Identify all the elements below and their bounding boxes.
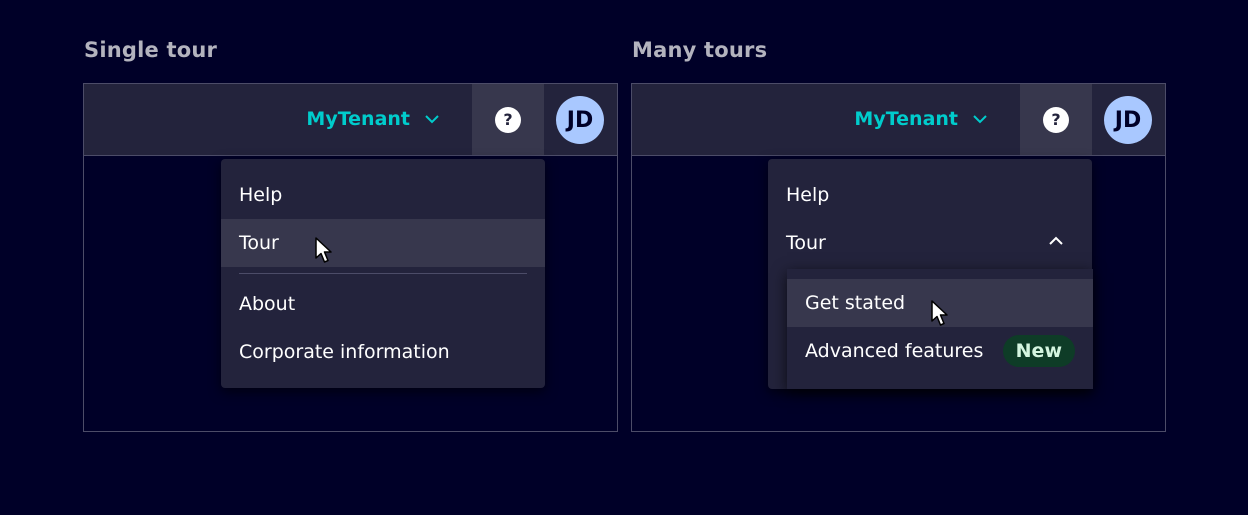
mouse-cursor-icon bbox=[315, 237, 332, 263]
help-button[interactable]: ? bbox=[1020, 84, 1092, 155]
avatar[interactable]: JD bbox=[556, 96, 604, 144]
app-header: MyTenant ? JD bbox=[84, 84, 617, 156]
tenant-switcher[interactable]: MyTenant bbox=[854, 108, 988, 130]
menu-item-tour-label: Tour bbox=[786, 232, 826, 254]
app-header: MyTenant ? JD bbox=[632, 84, 1165, 156]
many-tours-frame: MyTenant ? JD Help Tour Get stated Advan… bbox=[631, 83, 1166, 432]
menu-item-help[interactable]: Help bbox=[768, 171, 1092, 219]
chevron-up-icon bbox=[1049, 236, 1063, 245]
tenant-label: MyTenant bbox=[854, 108, 958, 130]
tour-submenu: Get stated Advanced features New bbox=[787, 269, 1093, 389]
menu-item-help[interactable]: Help bbox=[221, 171, 545, 219]
new-badge: New bbox=[1002, 335, 1075, 367]
avatar[interactable]: JD bbox=[1104, 96, 1152, 144]
help-menu: Help Tour About Corporate information bbox=[221, 159, 545, 388]
panel-title-single-tour: Single tour bbox=[84, 38, 218, 62]
tenant-label: MyTenant bbox=[306, 108, 410, 130]
chevron-down-icon bbox=[973, 115, 987, 124]
menu-item-about[interactable]: About bbox=[221, 280, 545, 328]
help-icon: ? bbox=[1043, 106, 1069, 133]
tenant-switcher[interactable]: MyTenant bbox=[306, 108, 440, 130]
panel-title-many-tours: Many tours bbox=[632, 38, 768, 62]
help-icon: ? bbox=[495, 106, 521, 133]
chevron-down-icon bbox=[425, 115, 439, 124]
mouse-cursor-icon bbox=[931, 300, 948, 326]
menu-item-tour[interactable]: Tour bbox=[768, 219, 1092, 267]
help-button[interactable]: ? bbox=[472, 84, 544, 155]
submenu-item-advanced-features[interactable]: Advanced features New bbox=[787, 327, 1093, 375]
single-tour-frame: MyTenant ? JD Help Tour About Corporate … bbox=[83, 83, 618, 432]
menu-item-tour[interactable]: Tour bbox=[221, 219, 545, 267]
menu-divider bbox=[239, 273, 527, 274]
submenu-item-advanced-features-label: Advanced features bbox=[805, 340, 984, 362]
menu-item-corporate-information[interactable]: Corporate information bbox=[221, 328, 545, 376]
